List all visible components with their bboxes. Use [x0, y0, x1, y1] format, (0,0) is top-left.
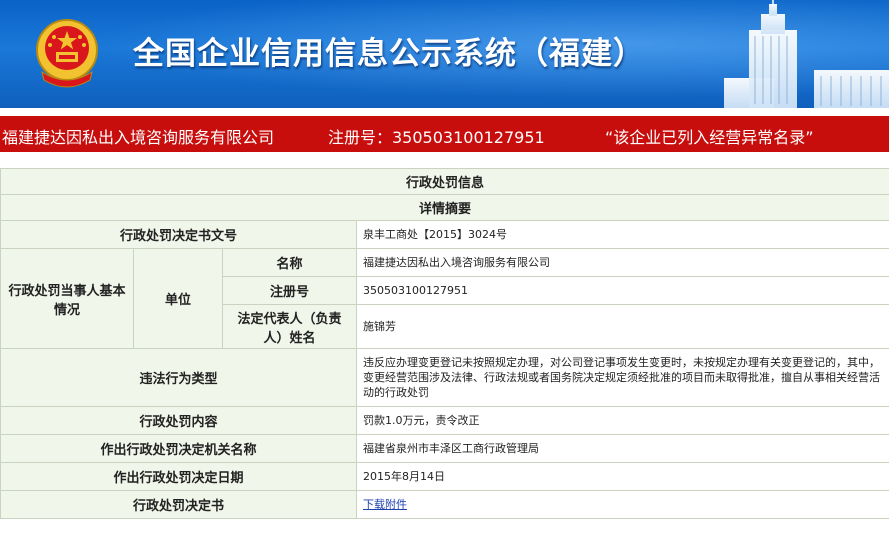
table-row: 作出行政处罚决定机关名称 福建省泉州市丰泽区工商行政管理局	[0, 434, 889, 463]
legal-rep-value: 施锦芳	[355, 304, 889, 349]
company-info-bar: 福建捷达因私出入境咨询服务有限公司 注册号：350503100127951 “该…	[0, 116, 889, 152]
decision-date-label: 作出行政处罚决定日期	[0, 462, 357, 491]
table-row: 行政处罚信息	[0, 168, 889, 195]
name-label: 名称	[222, 248, 357, 277]
national-emblem-icon	[36, 19, 98, 88]
table-row: 详情摘要	[0, 194, 889, 221]
download-attachment-link[interactable]: 下载附件	[363, 498, 407, 511]
unit-label: 单位	[133, 248, 223, 349]
table-row: 行政处罚决定书 下载附件	[0, 490, 889, 519]
penalty-content-value: 罚款1.0万元，责令改正	[355, 406, 889, 435]
abnormal-list-notice: “该企业已列入经营异常名录”	[605, 128, 814, 147]
site-banner: 全国企业信用信息公示系统（福建）	[0, 0, 889, 108]
summary-title: 详情摘要	[0, 194, 889, 221]
authority-value: 福建省泉州市丰泽区工商行政管理局	[355, 434, 889, 463]
legal-rep-label: 法定代表人（负责人）姓名	[222, 304, 357, 349]
violation-type-label: 违法行为类型	[0, 348, 357, 407]
doc-number-label: 行政处罚决定书文号	[0, 220, 357, 249]
decision-date-value: 2015年8月14日	[355, 462, 889, 491]
table-row: 作出行政处罚决定日期 2015年8月14日	[0, 462, 889, 491]
penalty-content-label: 行政处罚内容	[0, 406, 357, 435]
party-label: 行政处罚当事人基本情况	[0, 248, 134, 349]
name-value: 福建捷达因私出入境咨询服务有限公司	[355, 248, 889, 277]
penalty-info-table: 行政处罚信息 详情摘要 行政处罚决定书文号 泉丰工商处【2015】3024号 行…	[0, 168, 889, 519]
section-title: 行政处罚信息	[0, 168, 889, 195]
violation-type-value: 违反应办理变更登记未按照规定办理，对公司登记事项发生变更时，未按规定办理有关变更…	[355, 348, 889, 407]
registration-number: 注册号：350503100127951	[328, 128, 545, 147]
table-row: 行政处罚内容 罚款1.0万元，责令改正	[0, 406, 889, 435]
authority-label: 作出行政处罚决定机关名称	[0, 434, 357, 463]
site-title: 全国企业信用信息公示系统（福建）	[133, 36, 645, 72]
table-row: 行政处罚决定书文号 泉丰工商处【2015】3024号	[0, 220, 889, 249]
header-divider	[0, 108, 889, 116]
decision-document-cell: 下载附件	[355, 490, 889, 519]
reg-no-value: 350503100127951	[355, 276, 889, 305]
building-illustration-icon	[724, 0, 889, 108]
table-row: 违法行为类型 违反应办理变更登记未按照规定办理，对公司登记事项发生变更时，未按规…	[0, 348, 889, 407]
decision-document-label: 行政处罚决定书	[0, 490, 357, 519]
reg-no-label: 注册号	[222, 276, 357, 305]
doc-number-value: 泉丰工商处【2015】3024号	[355, 220, 889, 249]
table-row: 行政处罚当事人基本情况 单位 名称 福建捷达因私出入境咨询服务有限公司	[0, 248, 889, 349]
company-name: 福建捷达因私出入境咨询服务有限公司	[2, 128, 275, 147]
